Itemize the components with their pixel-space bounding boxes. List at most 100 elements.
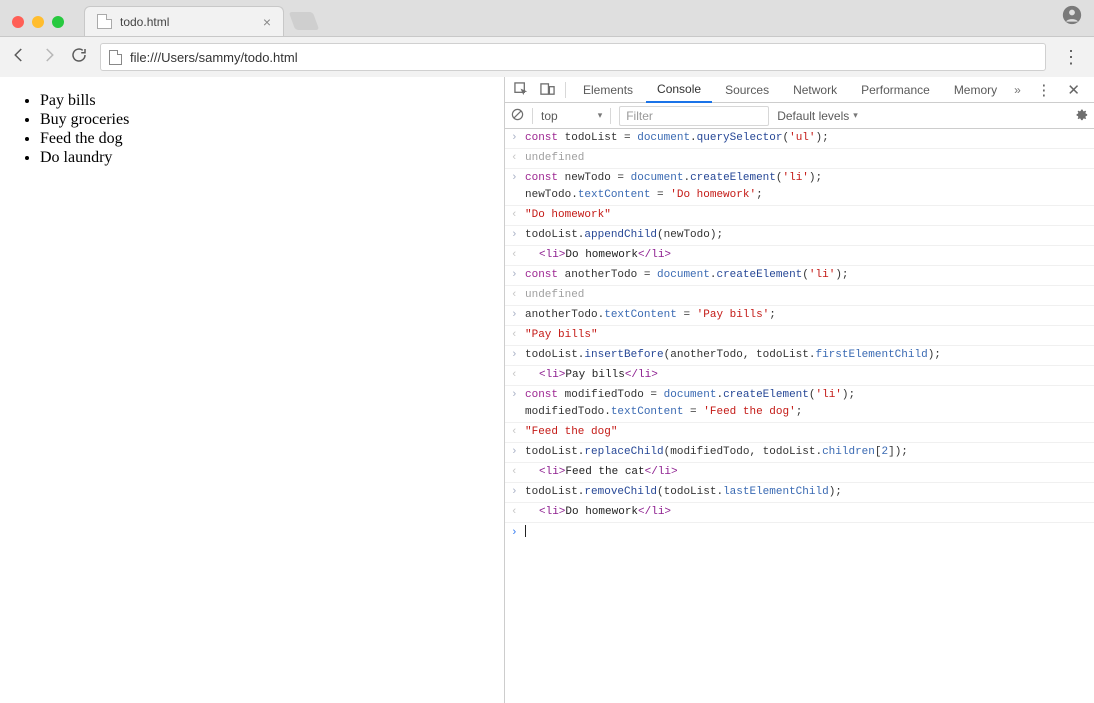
console-prompt[interactable]: › (505, 523, 1094, 544)
reload-button[interactable] (70, 46, 88, 69)
console-line-content: "Do homework" (525, 207, 1088, 224)
list-item: Pay bills (40, 92, 488, 110)
window-minimize-button[interactable] (32, 16, 44, 28)
console-input-line: ›anotherTodo.textContent = 'Pay bills'; (505, 306, 1094, 326)
tab-elements[interactable]: Elements (572, 77, 644, 103)
tab-memory[interactable]: Memory (943, 77, 1008, 103)
profile-avatar-icon[interactable] (1062, 5, 1082, 30)
prompt-out-icon: ‹ (511, 367, 525, 384)
page-icon (97, 14, 112, 29)
prompt-in-icon: › (511, 444, 525, 461)
prompt-out-icon: ‹ (511, 287, 525, 304)
list-item: Do laundry (40, 149, 488, 167)
console-line-content: undefined (525, 150, 1088, 167)
console-line-content: const newTodo = document.createElement('… (525, 170, 1088, 204)
clear-console-icon[interactable] (511, 108, 524, 124)
console-line-content: <li>Feed the cat</li> (525, 464, 1088, 481)
console-output-line: ‹<li>Feed the cat</li> (505, 463, 1094, 483)
list-item: Feed the dog (40, 130, 488, 148)
prompt-in-icon: › (511, 227, 525, 244)
forward-button[interactable] (40, 46, 58, 69)
divider (610, 108, 611, 124)
filter-input[interactable]: Filter (619, 106, 769, 126)
prompt-in-icon: › (511, 484, 525, 501)
browser-chrome: todo.html × file:///Users/sammy/todo.htm… (0, 0, 1094, 77)
console-line-content: "Feed the dog" (525, 424, 1088, 441)
prompt-in-icon: › (511, 347, 525, 364)
todo-list: Pay bills Buy groceries Feed the dog Do … (40, 92, 488, 167)
console-line-content: <li>Do homework</li> (525, 504, 1088, 521)
console-output-line: ‹undefined (505, 149, 1094, 169)
console-settings-icon[interactable] (1074, 107, 1088, 124)
prompt-out-icon: ‹ (511, 504, 525, 521)
address-bar[interactable]: file:///Users/sammy/todo.html (100, 43, 1046, 71)
tab-console[interactable]: Console (646, 77, 712, 103)
console-line-content: <li>Pay bills</li> (525, 367, 1088, 384)
console-line-content: const anotherTodo = document.createEleme… (525, 267, 1088, 284)
console-input-line: ›todoList.removeChild(todoList.lastEleme… (505, 483, 1094, 503)
console-line-content: anotherTodo.textContent = 'Pay bills'; (525, 307, 1088, 324)
prompt-out-icon: ‹ (511, 150, 525, 167)
prompt-out-icon: ‹ (511, 424, 525, 441)
prompt-in-icon: › (511, 387, 525, 421)
browser-tab[interactable]: todo.html × (84, 6, 284, 36)
browser-menu-button[interactable]: ⋮ (1058, 47, 1084, 68)
console-input-line: ›const anotherTodo = document.createElem… (505, 266, 1094, 286)
console-input-line: ›todoList.replaceChild(modifiedTodo, tod… (505, 443, 1094, 463)
console-output[interactable]: ›const todoList = document.querySelector… (505, 129, 1094, 703)
console-input-line: ›todoList.appendChild(newTodo); (505, 226, 1094, 246)
tab-close-button[interactable]: × (263, 15, 271, 29)
log-levels-selector[interactable]: Default levels (777, 109, 858, 123)
prompt-out-icon: ‹ (511, 327, 525, 344)
text-cursor (525, 525, 526, 537)
devtools-panel: Elements Console Sources Network Perform… (505, 77, 1094, 703)
console-input-line: ›const modifiedTodo = document.createEle… (505, 386, 1094, 423)
console-output-line: ‹undefined (505, 286, 1094, 306)
tab-title: todo.html (120, 15, 169, 29)
console-input-line: ›const todoList = document.querySelector… (505, 129, 1094, 149)
console-line-content: todoList.insertBefore(anotherTodo, todoL… (525, 347, 1088, 364)
new-tab-button[interactable] (289, 12, 320, 30)
divider (565, 82, 566, 98)
tab-network[interactable]: Network (782, 77, 848, 103)
console-input-line: ›todoList.insertBefore(anotherTodo, todo… (505, 346, 1094, 366)
prompt-in-icon: › (511, 130, 525, 147)
window-maximize-button[interactable] (52, 16, 64, 28)
tabs-overflow-icon[interactable]: » (1014, 83, 1021, 97)
console-output-line: ‹<li>Do homework</li> (505, 503, 1094, 523)
console-output-line: ‹<li>Do homework</li> (505, 246, 1094, 266)
console-line-content: const todoList = document.querySelector(… (525, 130, 1088, 147)
console-line-content: todoList.replaceChild(modifiedTodo, todo… (525, 444, 1088, 461)
console-toolbar: top Filter Default levels (505, 103, 1094, 129)
prompt-in-icon: › (511, 267, 525, 284)
console-line-content: todoList.removeChild(todoList.lastElemen… (525, 484, 1088, 501)
url-text: file:///Users/sammy/todo.html (130, 50, 298, 65)
window-close-button[interactable] (12, 16, 24, 28)
devtools-close-button[interactable]: ✕ (1063, 81, 1084, 99)
device-toggle-icon[interactable] (535, 82, 559, 97)
page-content: Pay bills Buy groceries Feed the dog Do … (0, 77, 505, 703)
divider (532, 108, 533, 124)
console-input-line: ›const newTodo = document.createElement(… (505, 169, 1094, 206)
back-button[interactable] (10, 46, 28, 69)
console-line-content: <li>Do homework</li> (525, 247, 1088, 264)
prompt-in-icon: › (511, 307, 525, 324)
devtools-tabbar: Elements Console Sources Network Perform… (505, 77, 1094, 103)
console-line-content: const modifiedTodo = document.createElem… (525, 387, 1088, 421)
tab-sources[interactable]: Sources (714, 77, 780, 103)
console-line-content: "Pay bills" (525, 327, 1088, 344)
list-item: Buy groceries (40, 111, 488, 129)
console-output-line: ‹"Do homework" (505, 206, 1094, 226)
console-output-line: ‹<li>Pay bills</li> (505, 366, 1094, 386)
prompt-out-icon: ‹ (511, 464, 525, 481)
console-line-content: todoList.appendChild(newTodo); (525, 227, 1088, 244)
tab-performance[interactable]: Performance (850, 77, 941, 103)
devtools-menu-button[interactable]: ⋮ (1032, 81, 1055, 99)
context-selector[interactable]: top (541, 109, 602, 123)
prompt-icon: › (511, 525, 525, 542)
console-output-line: ‹"Feed the dog" (505, 423, 1094, 443)
file-icon (109, 50, 122, 65)
console-output-line: ‹"Pay bills" (505, 326, 1094, 346)
inspect-element-icon[interactable] (509, 82, 533, 97)
console-line-content: undefined (525, 287, 1088, 304)
